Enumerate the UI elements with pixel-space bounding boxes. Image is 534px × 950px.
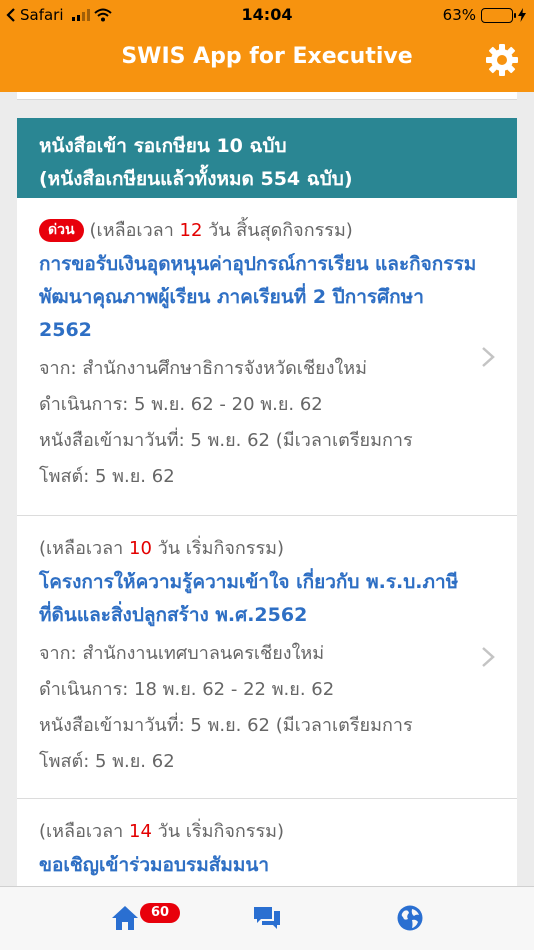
document-posted: โพสต์: 5 พ.ย. 62 bbox=[39, 751, 175, 772]
tab-bar: 60 bbox=[0, 886, 534, 950]
days-number: 14 bbox=[129, 821, 152, 842]
battery-percent: 63% bbox=[442, 6, 476, 24]
status-bar: Safari 14:04 63% bbox=[0, 0, 534, 30]
summary-header: หนังสือเข้า รอเกษียน 10 ฉบับ (หนังสือเกษ… bbox=[17, 118, 517, 198]
document-from: จาก: สำนักงานศึกษาธิการจังหวัดเชียงใหม่ bbox=[39, 358, 368, 379]
document-received: หนังสือเข้ามาวันที่: 5 พ.ย. 62 (มีเวลาเต… bbox=[39, 430, 413, 451]
time-prefix: (เหลือเวลา bbox=[39, 538, 129, 559]
chevron-right-icon[interactable] bbox=[481, 646, 495, 668]
charging-icon bbox=[518, 8, 526, 22]
time-remaining: (เหลือเวลา 10 วัน เริ่มกิจกรรม) bbox=[39, 534, 467, 564]
app-title: SWIS App for Executive bbox=[121, 44, 413, 69]
content-area[interactable]: หนังสือเข้า รอเกษียน 10 ฉบับ (หนังสือเกษ… bbox=[0, 92, 534, 886]
previous-card bbox=[17, 92, 517, 100]
chat-icon[interactable] bbox=[252, 903, 282, 933]
urgent-badge: ด่วน bbox=[39, 219, 84, 242]
time-suffix: วัน เริ่มกิจกรรม) bbox=[151, 538, 285, 559]
time-suffix: วัน สิ้นสุดกิจกรรม) bbox=[202, 220, 353, 241]
pending-count-text: หนังสือเข้า รอเกษียน 10 ฉบับ bbox=[39, 135, 287, 157]
time-prefix: (เหลือเวลา bbox=[39, 821, 129, 842]
document-period: ดำเนินการ: 18 พ.ย. 62 - 22 พ.ย. 62 bbox=[39, 679, 335, 700]
document-item[interactable]: ด่วน (เหลือเวลา 12 วัน สิ้นสุดกิจกรรม) กา… bbox=[17, 198, 517, 516]
home-badge: 60 bbox=[140, 903, 180, 923]
gear-icon[interactable] bbox=[484, 42, 520, 78]
document-item[interactable]: (เหลือเวลา 14 วัน เริ่มกิจกรรม) ขอเชิญเข… bbox=[17, 799, 517, 886]
document-title[interactable]: ขอเชิญเข้าร่วมอบรมสัมมนา bbox=[39, 849, 467, 882]
total-count-text: (หนังสือเกษียนแล้วทั้งหมด 554 ฉบับ) bbox=[39, 168, 353, 190]
document-item[interactable]: (เหลือเวลา 10 วัน เริ่มกิจกรรม) โครงการใ… bbox=[17, 516, 517, 799]
document-period: ดำเนินการ: 5 พ.ย. 62 - 20 พ.ย. 62 bbox=[39, 394, 323, 415]
status-right: 63% bbox=[443, 6, 526, 24]
document-received: หนังสือเข้ามาวันที่: 5 พ.ย. 62 (มีเวลาเต… bbox=[39, 715, 413, 736]
time-remaining: (เหลือเวลา 14 วัน เริ่มกิจกรรม) bbox=[39, 817, 467, 847]
document-title[interactable]: การขอรับเงินอุดหนุนค่าอุปกรณ์การเรียน แล… bbox=[39, 248, 477, 347]
battery-icon bbox=[481, 7, 516, 23]
document-posted: โพสต์: 5 พ.ย. 62 bbox=[39, 466, 175, 487]
days-number: 12 bbox=[179, 220, 203, 241]
globe-icon[interactable] bbox=[395, 903, 425, 933]
home-icon[interactable] bbox=[110, 903, 140, 933]
top-bar: Safari 14:04 63% SWIS App for Executive bbox=[0, 0, 534, 92]
time-prefix: (เหลือเวลา bbox=[89, 220, 180, 241]
days-number: 10 bbox=[129, 538, 152, 559]
chevron-right-icon[interactable] bbox=[481, 346, 495, 368]
document-from: จาก: สำนักงานเทศบาลนครเชียงใหม่ bbox=[39, 643, 325, 664]
time-remaining: ด่วน (เหลือเวลา 12 วัน สิ้นสุดกิจกรรม) bbox=[39, 216, 467, 246]
time-suffix: วัน เริ่มกิจกรรม) bbox=[151, 821, 285, 842]
document-title[interactable]: โครงการให้ความรู้ความเข้าใจ เกี่ยวกับ พ.… bbox=[39, 566, 477, 632]
document-list: ด่วน (เหลือเวลา 12 วัน สิ้นสุดกิจกรรม) กา… bbox=[17, 198, 517, 886]
